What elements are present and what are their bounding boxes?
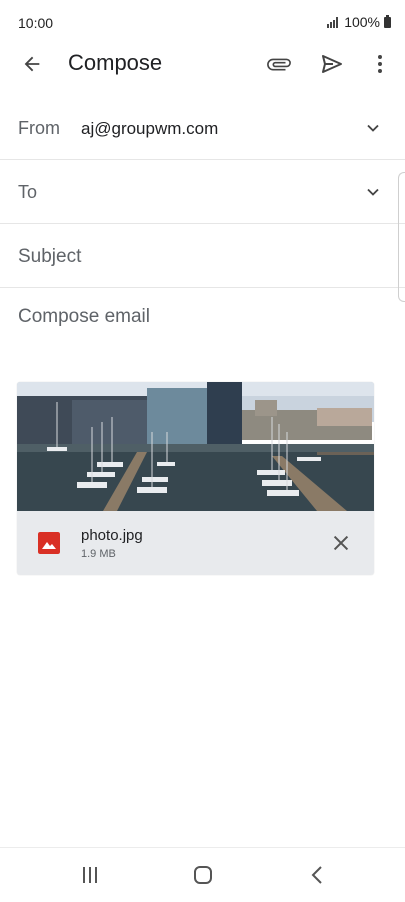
more-options-button[interactable] — [362, 46, 398, 82]
attach-button[interactable] — [261, 46, 297, 82]
back-button[interactable] — [14, 46, 50, 82]
from-row[interactable]: From aj@groupwm.com — [0, 96, 405, 160]
attachment-preview-image[interactable] — [17, 382, 374, 511]
chevron-down-icon[interactable] — [363, 118, 383, 138]
subject-field[interactable]: Subject — [0, 224, 405, 288]
app-bar: Compose — [0, 46, 405, 86]
image-icon — [38, 532, 60, 554]
page-title: Compose — [68, 50, 163, 75]
signal-icon — [327, 16, 339, 28]
system-nav-bar — [0, 847, 405, 902]
status-bar: 10:00 100% — [0, 0, 405, 46]
attachment-card[interactable]: photo.jpg 1.9 MB — [17, 382, 374, 575]
to-label: To — [18, 182, 38, 202]
from-label: From — [18, 118, 60, 138]
nav-back-button[interactable] — [302, 862, 332, 888]
status-indicators: 100% — [327, 14, 391, 30]
battery-icon — [384, 14, 391, 28]
nav-back-icon — [311, 866, 322, 884]
from-value[interactable]: aj@groupwm.com — [81, 119, 218, 139]
attachment-file-size: 1.9 MB — [81, 548, 116, 560]
send-icon — [322, 55, 342, 73]
edge-panel-handle[interactable] — [398, 172, 405, 302]
attachment-file-name: photo.jpg — [81, 527, 143, 544]
home-icon — [194, 866, 212, 884]
compose-body-field[interactable]: Compose email — [18, 306, 150, 328]
status-time: 10:00 — [18, 15, 54, 31]
attachment-info: photo.jpg 1.9 MB — [17, 511, 374, 575]
close-icon[interactable] — [330, 532, 352, 554]
chevron-down-icon[interactable] — [363, 182, 383, 202]
recents-icon — [83, 867, 97, 883]
more-vert-icon — [378, 55, 382, 73]
to-row[interactable]: To — [0, 160, 405, 224]
subject-placeholder: Subject — [18, 246, 82, 267]
home-button[interactable] — [188, 862, 218, 888]
send-button[interactable] — [314, 46, 350, 82]
paperclip-icon — [267, 58, 291, 71]
arrow-back-icon — [24, 56, 40, 72]
recents-button[interactable] — [75, 862, 105, 888]
battery-percent: 100% — [344, 14, 380, 30]
